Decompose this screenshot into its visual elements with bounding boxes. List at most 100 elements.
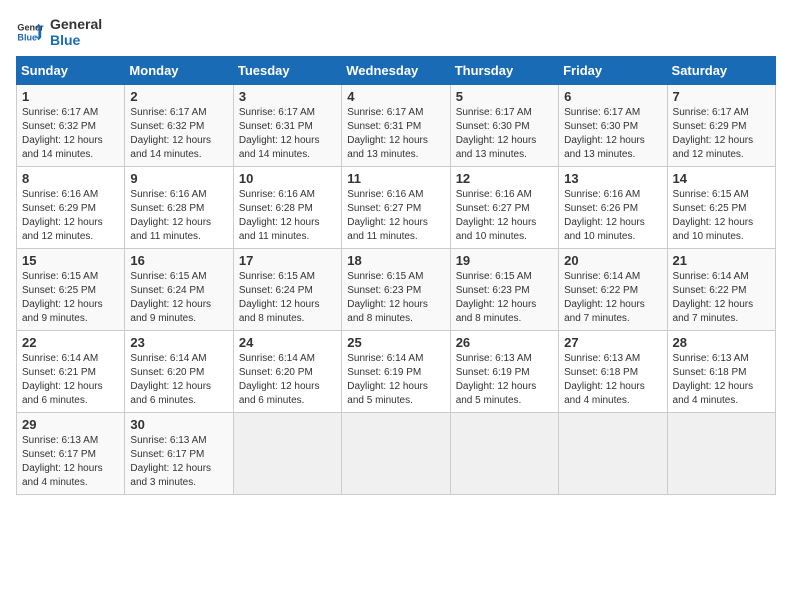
calendar-cell: 30 Sunrise: 6:13 AM Sunset: 6:17 PM Dayl… [125, 413, 233, 495]
header-thursday: Thursday [450, 57, 558, 85]
logo-general: General [50, 16, 102, 32]
logo-blue: Blue [50, 32, 102, 48]
svg-text:Blue: Blue [17, 32, 37, 42]
day-number: 8 [22, 171, 119, 186]
calendar-cell: 19 Sunrise: 6:15 AM Sunset: 6:23 PM Dayl… [450, 249, 558, 331]
day-info: Sunrise: 6:13 AM Sunset: 6:17 PM Dayligh… [22, 434, 119, 490]
day-number: 4 [347, 89, 444, 104]
day-info: Sunrise: 6:16 AM Sunset: 6:27 PM Dayligh… [456, 188, 553, 244]
logo: General Blue General Blue [16, 16, 102, 48]
day-info: Sunrise: 6:13 AM Sunset: 6:19 PM Dayligh… [456, 352, 553, 408]
calendar-week-row: 1 Sunrise: 6:17 AM Sunset: 6:32 PM Dayli… [17, 85, 776, 167]
day-info: Sunrise: 6:13 AM Sunset: 6:17 PM Dayligh… [130, 434, 227, 490]
day-number: 26 [456, 335, 553, 350]
calendar-cell: 21 Sunrise: 6:14 AM Sunset: 6:22 PM Dayl… [667, 249, 775, 331]
header-tuesday: Tuesday [233, 57, 341, 85]
day-number: 17 [239, 253, 336, 268]
calendar-cell: 5 Sunrise: 6:17 AM Sunset: 6:30 PM Dayli… [450, 85, 558, 167]
calendar-cell: 20 Sunrise: 6:14 AM Sunset: 6:22 PM Dayl… [559, 249, 667, 331]
day-info: Sunrise: 6:16 AM Sunset: 6:26 PM Dayligh… [564, 188, 661, 244]
day-info: Sunrise: 6:17 AM Sunset: 6:30 PM Dayligh… [456, 106, 553, 162]
day-number: 18 [347, 253, 444, 268]
calendar-cell: 24 Sunrise: 6:14 AM Sunset: 6:20 PM Dayl… [233, 331, 341, 413]
calendar-cell: 18 Sunrise: 6:15 AM Sunset: 6:23 PM Dayl… [342, 249, 450, 331]
calendar-cell: 22 Sunrise: 6:14 AM Sunset: 6:21 PM Dayl… [17, 331, 125, 413]
day-number: 23 [130, 335, 227, 350]
day-number: 3 [239, 89, 336, 104]
calendar-table: SundayMondayTuesdayWednesdayThursdayFrid… [16, 56, 776, 495]
day-number: 22 [22, 335, 119, 350]
day-number: 9 [130, 171, 227, 186]
header-wednesday: Wednesday [342, 57, 450, 85]
day-info: Sunrise: 6:13 AM Sunset: 6:18 PM Dayligh… [673, 352, 770, 408]
day-info: Sunrise: 6:14 AM Sunset: 6:20 PM Dayligh… [130, 352, 227, 408]
day-info: Sunrise: 6:17 AM Sunset: 6:31 PM Dayligh… [347, 106, 444, 162]
day-number: 11 [347, 171, 444, 186]
calendar-cell: 12 Sunrise: 6:16 AM Sunset: 6:27 PM Dayl… [450, 167, 558, 249]
calendar-cell: 11 Sunrise: 6:16 AM Sunset: 6:27 PM Dayl… [342, 167, 450, 249]
calendar-week-row: 22 Sunrise: 6:14 AM Sunset: 6:21 PM Dayl… [17, 331, 776, 413]
day-info: Sunrise: 6:15 AM Sunset: 6:24 PM Dayligh… [239, 270, 336, 326]
day-number: 29 [22, 417, 119, 432]
day-number: 2 [130, 89, 227, 104]
calendar-cell: 2 Sunrise: 6:17 AM Sunset: 6:32 PM Dayli… [125, 85, 233, 167]
day-number: 15 [22, 253, 119, 268]
day-info: Sunrise: 6:15 AM Sunset: 6:23 PM Dayligh… [456, 270, 553, 326]
day-info: Sunrise: 6:14 AM Sunset: 6:22 PM Dayligh… [673, 270, 770, 326]
calendar-cell: 15 Sunrise: 6:15 AM Sunset: 6:25 PM Dayl… [17, 249, 125, 331]
calendar-cell: 23 Sunrise: 6:14 AM Sunset: 6:20 PM Dayl… [125, 331, 233, 413]
calendar-cell: 13 Sunrise: 6:16 AM Sunset: 6:26 PM Dayl… [559, 167, 667, 249]
calendar-cell: 7 Sunrise: 6:17 AM Sunset: 6:29 PM Dayli… [667, 85, 775, 167]
day-info: Sunrise: 6:15 AM Sunset: 6:23 PM Dayligh… [347, 270, 444, 326]
day-info: Sunrise: 6:14 AM Sunset: 6:19 PM Dayligh… [347, 352, 444, 408]
day-info: Sunrise: 6:15 AM Sunset: 6:25 PM Dayligh… [673, 188, 770, 244]
day-number: 16 [130, 253, 227, 268]
day-number: 21 [673, 253, 770, 268]
logo-icon: General Blue [16, 18, 44, 46]
calendar-cell: 14 Sunrise: 6:15 AM Sunset: 6:25 PM Dayl… [667, 167, 775, 249]
day-number: 27 [564, 335, 661, 350]
calendar-cell: 1 Sunrise: 6:17 AM Sunset: 6:32 PM Dayli… [17, 85, 125, 167]
day-info: Sunrise: 6:16 AM Sunset: 6:27 PM Dayligh… [347, 188, 444, 244]
calendar-cell: 8 Sunrise: 6:16 AM Sunset: 6:29 PM Dayli… [17, 167, 125, 249]
calendar-cell: 6 Sunrise: 6:17 AM Sunset: 6:30 PM Dayli… [559, 85, 667, 167]
day-info: Sunrise: 6:17 AM Sunset: 6:31 PM Dayligh… [239, 106, 336, 162]
day-number: 20 [564, 253, 661, 268]
day-info: Sunrise: 6:14 AM Sunset: 6:21 PM Dayligh… [22, 352, 119, 408]
day-info: Sunrise: 6:17 AM Sunset: 6:32 PM Dayligh… [22, 106, 119, 162]
day-info: Sunrise: 6:16 AM Sunset: 6:28 PM Dayligh… [239, 188, 336, 244]
calendar-week-row: 8 Sunrise: 6:16 AM Sunset: 6:29 PM Dayli… [17, 167, 776, 249]
calendar-cell [667, 413, 775, 495]
calendar-cell: 28 Sunrise: 6:13 AM Sunset: 6:18 PM Dayl… [667, 331, 775, 413]
day-number: 24 [239, 335, 336, 350]
header-saturday: Saturday [667, 57, 775, 85]
calendar-cell [559, 413, 667, 495]
day-number: 25 [347, 335, 444, 350]
day-number: 10 [239, 171, 336, 186]
calendar-cell [450, 413, 558, 495]
page-header: General Blue General Blue [16, 16, 776, 48]
calendar-cell: 26 Sunrise: 6:13 AM Sunset: 6:19 PM Dayl… [450, 331, 558, 413]
day-info: Sunrise: 6:17 AM Sunset: 6:32 PM Dayligh… [130, 106, 227, 162]
day-number: 5 [456, 89, 553, 104]
calendar-header-row: SundayMondayTuesdayWednesdayThursdayFrid… [17, 57, 776, 85]
day-info: Sunrise: 6:17 AM Sunset: 6:29 PM Dayligh… [673, 106, 770, 162]
calendar-cell: 29 Sunrise: 6:13 AM Sunset: 6:17 PM Dayl… [17, 413, 125, 495]
calendar-cell: 10 Sunrise: 6:16 AM Sunset: 6:28 PM Dayl… [233, 167, 341, 249]
day-info: Sunrise: 6:16 AM Sunset: 6:29 PM Dayligh… [22, 188, 119, 244]
calendar-cell: 9 Sunrise: 6:16 AM Sunset: 6:28 PM Dayli… [125, 167, 233, 249]
day-number: 30 [130, 417, 227, 432]
header-sunday: Sunday [17, 57, 125, 85]
day-info: Sunrise: 6:16 AM Sunset: 6:28 PM Dayligh… [130, 188, 227, 244]
calendar-cell: 3 Sunrise: 6:17 AM Sunset: 6:31 PM Dayli… [233, 85, 341, 167]
day-info: Sunrise: 6:14 AM Sunset: 6:22 PM Dayligh… [564, 270, 661, 326]
day-info: Sunrise: 6:17 AM Sunset: 6:30 PM Dayligh… [564, 106, 661, 162]
day-info: Sunrise: 6:13 AM Sunset: 6:18 PM Dayligh… [564, 352, 661, 408]
header-friday: Friday [559, 57, 667, 85]
calendar-cell: 27 Sunrise: 6:13 AM Sunset: 6:18 PM Dayl… [559, 331, 667, 413]
calendar-cell: 25 Sunrise: 6:14 AM Sunset: 6:19 PM Dayl… [342, 331, 450, 413]
calendar-cell [233, 413, 341, 495]
header-monday: Monday [125, 57, 233, 85]
day-number: 28 [673, 335, 770, 350]
calendar-cell: 4 Sunrise: 6:17 AM Sunset: 6:31 PM Dayli… [342, 85, 450, 167]
